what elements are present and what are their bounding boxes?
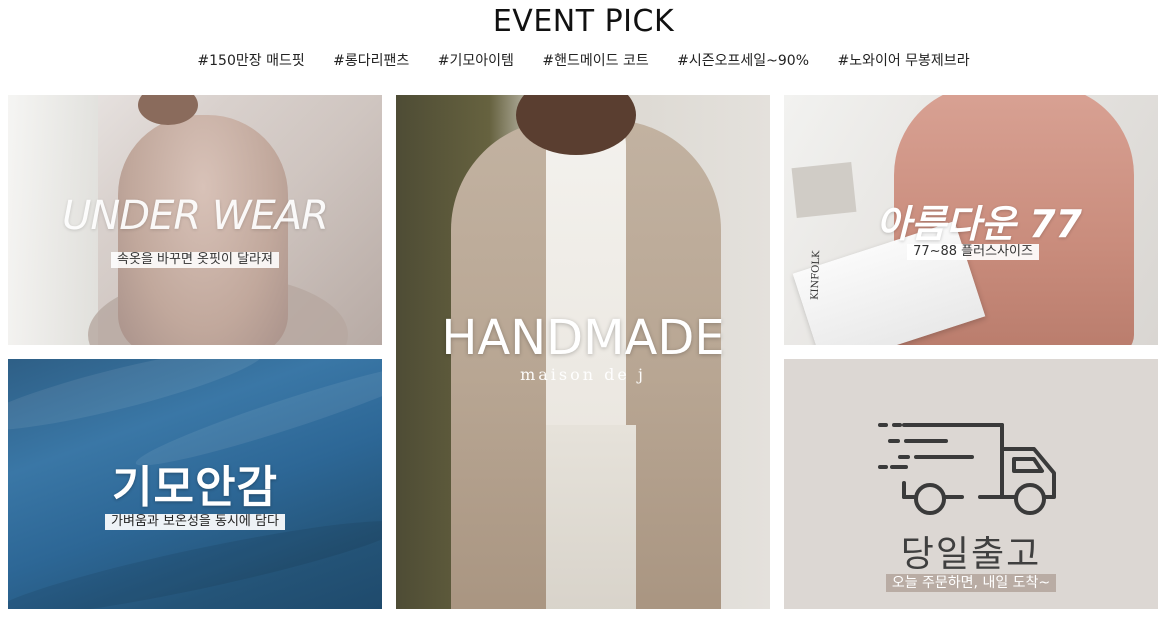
tag-handmade-coat[interactable]: #핸드메이드 코트	[542, 50, 648, 70]
tag-madfit[interactable]: #150만장 매드핏	[197, 50, 304, 70]
banner-underwear[interactable]: UNDER WEAR 속옷을 바꾸면 옷핏이 달라져	[8, 95, 382, 345]
banner-plus-size[interactable]: KINFOLK 아름다운 77 77~88 플러스사이즈	[784, 95, 1158, 345]
banner-subtitle-row: 속옷을 바꾸면 옷핏이 달라져	[8, 248, 382, 268]
banner-subtitle-row: 가벼움과 보온성을 동시에 담다	[8, 510, 382, 530]
tag-long-leg-pants[interactable]: #롱다리팬츠	[333, 50, 409, 70]
banner-same-day-delivery[interactable]: 당일출고 오늘 주문하면, 내일 도착~	[784, 359, 1158, 609]
banner-subtitle-row: 오늘 주문하면, 내일 도착~	[784, 572, 1158, 592]
banner-headline: 당일출고	[900, 534, 1042, 575]
delivery-truck-icon	[878, 423, 1056, 515]
banner-subtitle: 속옷을 바꾸면 옷핏이 달라져	[111, 252, 279, 268]
banner-fleece[interactable]: 기모안감 가벼움과 보온성을 동시에 담다	[8, 359, 382, 609]
pants-shape	[546, 425, 636, 609]
banner-handmade[interactable]: HANDMADE maison de j	[396, 95, 770, 609]
banner-subtitle-row: 77~88 플러스사이즈	[784, 240, 1158, 260]
banner-subtitle: 77~88 플러스사이즈	[907, 244, 1039, 260]
banner-subtitle: 가벼움과 보온성을 동시에 담다	[105, 514, 285, 530]
banner-headline: 기모안감	[112, 462, 278, 513]
banner-headline: UNDER WEAR	[62, 193, 329, 239]
page-title: EVENT PICK	[492, 4, 675, 39]
tag-fleece-items[interactable]: #기모아이템	[438, 50, 514, 70]
tag-nowire-bra[interactable]: #노와이어 무봉제브라	[837, 50, 969, 70]
banner-subtitle: 오늘 주문하면, 내일 도착~	[885, 574, 1057, 592]
banner-subtitle: maison de j	[520, 365, 646, 384]
tag-season-off-sale[interactable]: #시즌오프세일~90%	[677, 50, 809, 70]
hashtag-nav: #150만장 매드핏 #롱다리팬츠 #기모아이템 #핸드메이드 코트 #시즌오프…	[0, 50, 1167, 70]
banner-headline: HANDMADE	[441, 310, 725, 366]
